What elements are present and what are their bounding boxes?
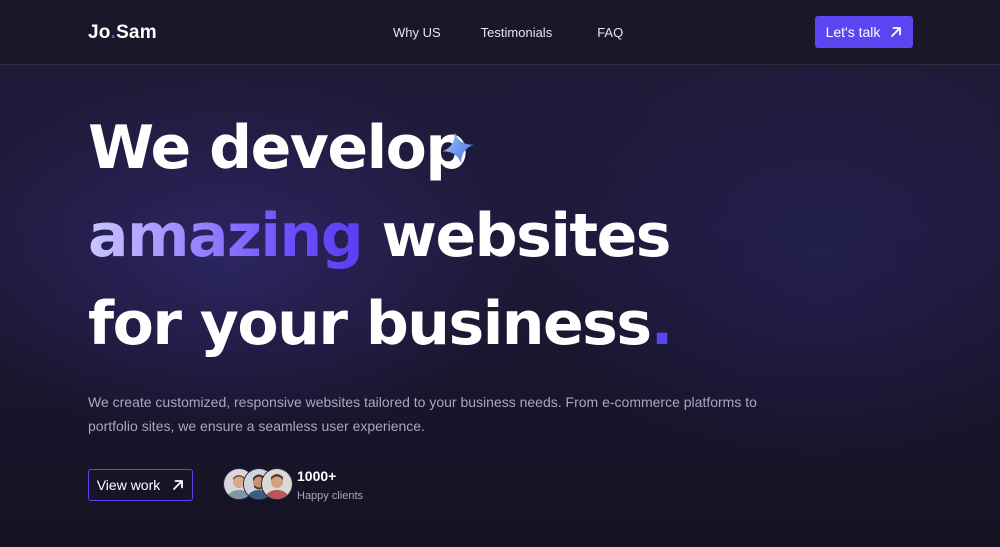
top-navbar: Jo.Sam Why US Testimonials FAQ Let's tal… (0, 0, 1000, 65)
nav-link-why-us[interactable]: Why US (393, 25, 441, 40)
logo-text-left: Jo (88, 22, 111, 43)
client-avatars (223, 468, 293, 500)
clients-label: Happy clients (297, 490, 364, 502)
headline-line-1: We develop (88, 113, 468, 183)
arrow-up-right-icon (890, 26, 902, 38)
nav-link-testimonials[interactable]: Testimonials (481, 25, 553, 40)
view-work-button[interactable]: View work (88, 469, 193, 501)
headline-line-3: for your business. (88, 280, 674, 368)
view-work-label: View work (96, 477, 161, 493)
hero-headline: We develop amazing websites for your bus… (88, 104, 674, 368)
headline-highlight: amazing (88, 201, 364, 271)
headline-line-2-rest: websites (362, 201, 672, 271)
logo-text-right: Sam (116, 22, 157, 43)
brand-logo[interactable]: Jo.Sam (88, 22, 157, 44)
lets-talk-label: Let's talk (825, 24, 881, 40)
hero-description: We create customized, responsive website… (88, 394, 757, 434)
arrow-up-right-icon (172, 479, 184, 491)
nav-links: Why US Testimonials FAQ (393, 25, 623, 40)
nav-link-faq[interactable]: FAQ (597, 25, 623, 40)
headline-accent-dot: . (650, 289, 674, 359)
lets-talk-button[interactable]: Let's talk (815, 16, 913, 48)
headline-line-2: amazing websites (88, 192, 672, 280)
headline-line-3-text: for your business (88, 289, 652, 359)
landing-page: Jo.Sam Why US Testimonials FAQ Let's tal… (0, 0, 1000, 547)
sparkle-icon (440, 130, 476, 171)
happy-clients-stat: 1000+ Happy clients (297, 467, 363, 504)
avatar (261, 468, 293, 500)
clients-count: 1000+ (297, 468, 337, 484)
